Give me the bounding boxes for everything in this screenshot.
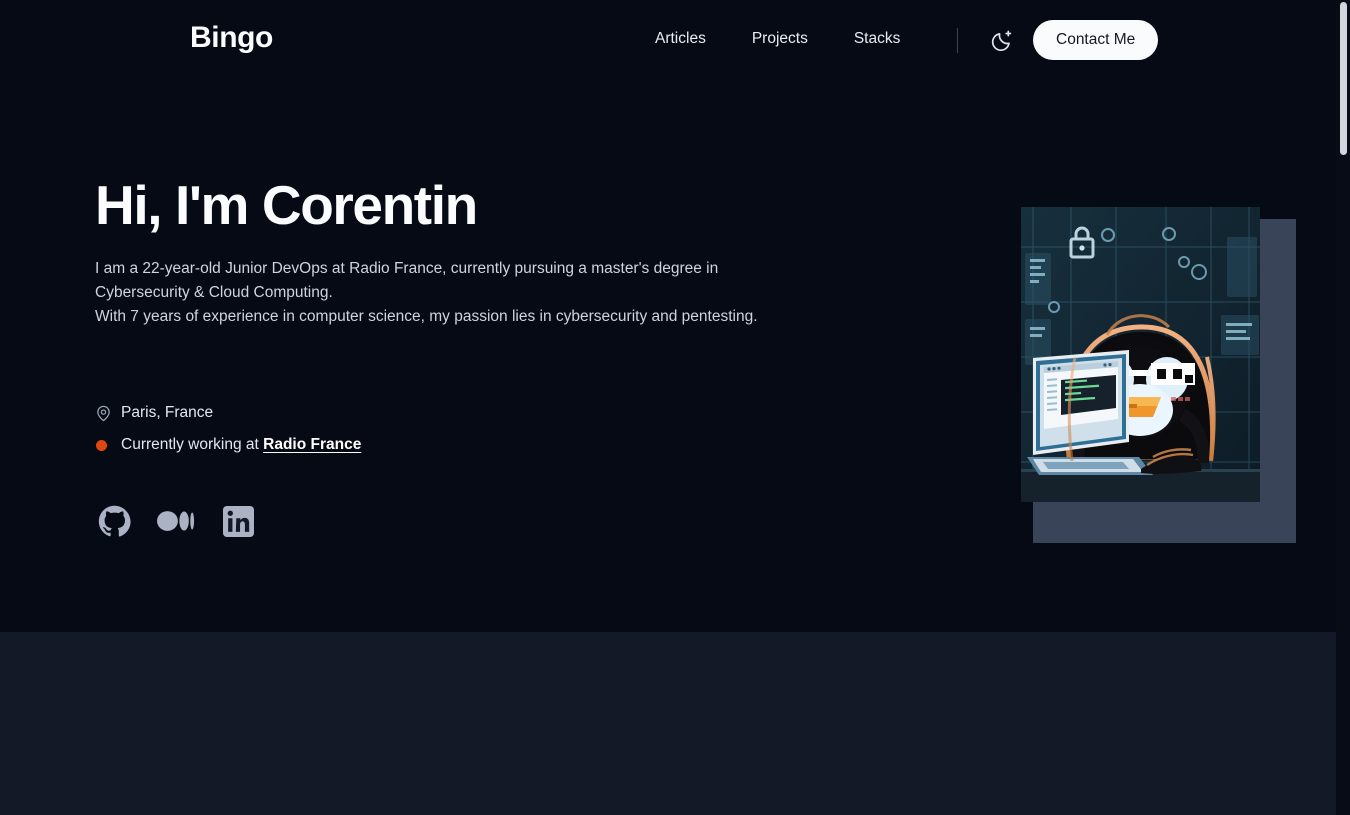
nav-link-stacks[interactable]: Stacks bbox=[854, 30, 901, 48]
location-row: Paris, France bbox=[95, 400, 361, 426]
status-dot-icon bbox=[95, 439, 121, 451]
articles-section: Articles Explore my portfolio and discov… bbox=[0, 632, 1336, 815]
moon-icon[interactable] bbox=[989, 28, 1015, 54]
contact-me-button[interactable]: Contact Me bbox=[1033, 20, 1159, 60]
hero-description-line-1: I am a 22-year-old Junior DevOps at Radi… bbox=[95, 260, 719, 301]
social-links bbox=[96, 503, 256, 539]
company-link[interactable]: Radio France bbox=[263, 436, 361, 453]
nav-links: Articles Projects Stacks bbox=[655, 30, 900, 48]
page-root: Bingo Articles Projects Stacks Contact M… bbox=[0, 0, 1350, 815]
status-row: Currently working at Radio France bbox=[95, 432, 361, 458]
hero-description-line-2: With 7 years of experience in computer s… bbox=[95, 308, 758, 325]
hero-section: Bingo Articles Projects Stacks Contact M… bbox=[0, 0, 1336, 632]
brand-logo[interactable]: Bingo bbox=[190, 21, 273, 55]
status-prefix: Currently working at bbox=[121, 436, 264, 453]
scrollbar-track[interactable] bbox=[1336, 0, 1350, 815]
penguin-hacker-image bbox=[1021, 207, 1260, 502]
scrollbar-thumb[interactable] bbox=[1340, 2, 1347, 155]
hero-description: I am a 22-year-old Junior DevOps at Radi… bbox=[95, 257, 795, 329]
status-text: Currently working at Radio France bbox=[121, 436, 361, 454]
nav-divider bbox=[957, 28, 958, 53]
navbar: Bingo Articles Projects Stacks Contact M… bbox=[0, 0, 1336, 80]
page-title: Hi, I'm Corentin bbox=[95, 174, 478, 236]
map-pin-icon bbox=[95, 405, 121, 422]
nav-link-articles[interactable]: Articles bbox=[655, 30, 706, 48]
linkedin-icon[interactable] bbox=[220, 503, 256, 539]
hero-meta-list: Paris, France Currently working at Radio… bbox=[95, 400, 361, 464]
github-icon[interactable] bbox=[96, 503, 132, 539]
medium-icon[interactable] bbox=[156, 503, 196, 539]
location-text: Paris, France bbox=[121, 404, 214, 421]
nav-link-projects[interactable]: Projects bbox=[752, 30, 808, 48]
